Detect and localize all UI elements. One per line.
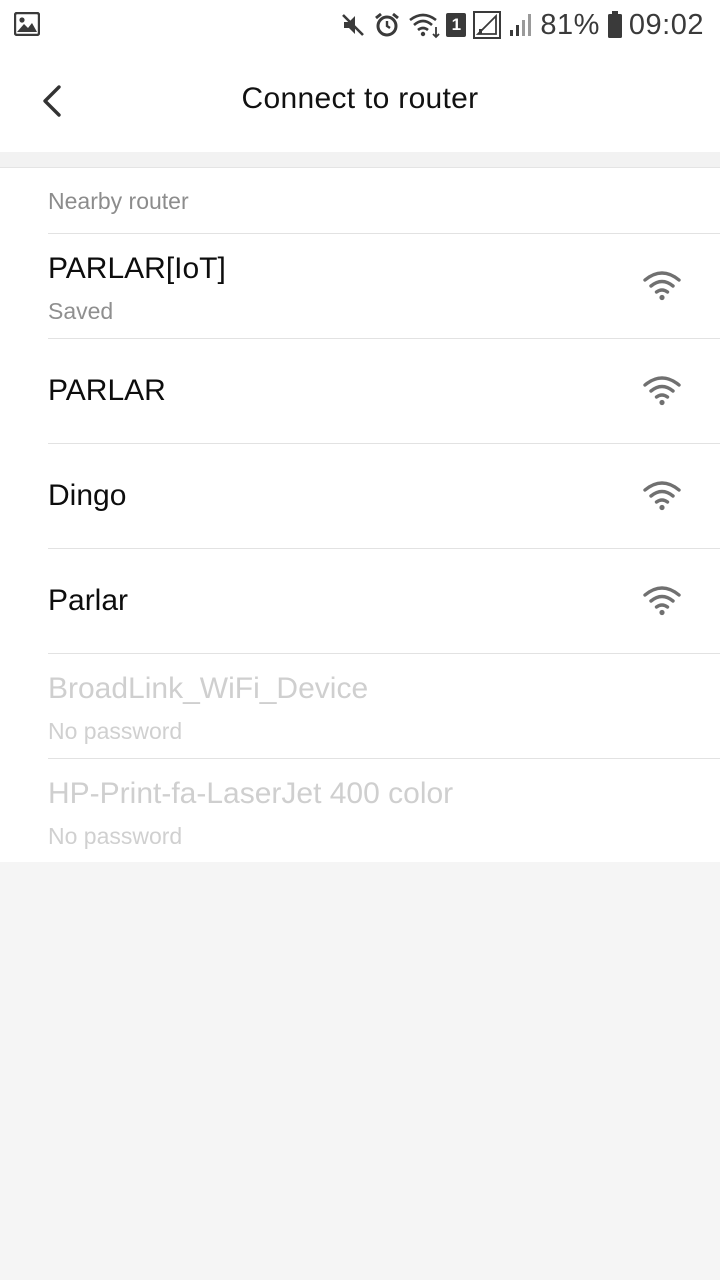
router-list: Nearby router PARLAR[IoT] Saved PARLAR D… [0,167,720,862]
page-title: Connect to router [241,82,479,115]
router-status: No password [48,823,183,849]
empty-background [0,862,720,1280]
router-status: No password [48,718,183,744]
router-name: Dingo [48,479,127,512]
sim1-icon: 1 [446,13,467,37]
wifi-icon [643,586,681,616]
status-time: 09:02 [628,8,704,41]
router-status: Saved [48,298,114,324]
battery-percent: 81% [540,8,600,41]
router-name: BroadLink_WiFi_Device [48,672,369,705]
signal-2-icon [510,14,532,36]
app-header: Connect to router [0,50,720,152]
section-label: Nearby router [48,188,189,214]
router-name: PARLAR[IoT] [48,252,226,285]
gallery-icon [14,12,40,36]
wifi-icon [643,271,681,301]
router-item-parlar-iot[interactable]: PARLAR[IoT] Saved [48,233,720,338]
status-bar: 1 81% 09:02 [0,0,720,50]
mute-icon [342,14,365,36]
wifi-icon [643,376,681,406]
section-divider [0,152,720,167]
router-name: HP-Print-fa-LaserJet 400 color [48,777,454,810]
signal-1-icon [473,11,502,39]
battery-icon [607,11,622,38]
router-name: Parlar [48,584,129,617]
router-name: PARLAR [48,374,166,407]
router-item-dingo[interactable]: Dingo [48,443,720,548]
wifi-icon [643,481,681,511]
router-item-broadlink: BroadLink_WiFi_Device No password [48,653,720,758]
router-item-parlar-upper[interactable]: PARLAR [48,338,720,443]
alarm-icon [375,12,400,37]
router-item-hp-print: HP-Print-fa-LaserJet 400 color No passwo… [48,758,720,863]
router-item-parlar[interactable]: Parlar [48,548,720,653]
wifi-data-icon [409,13,441,39]
